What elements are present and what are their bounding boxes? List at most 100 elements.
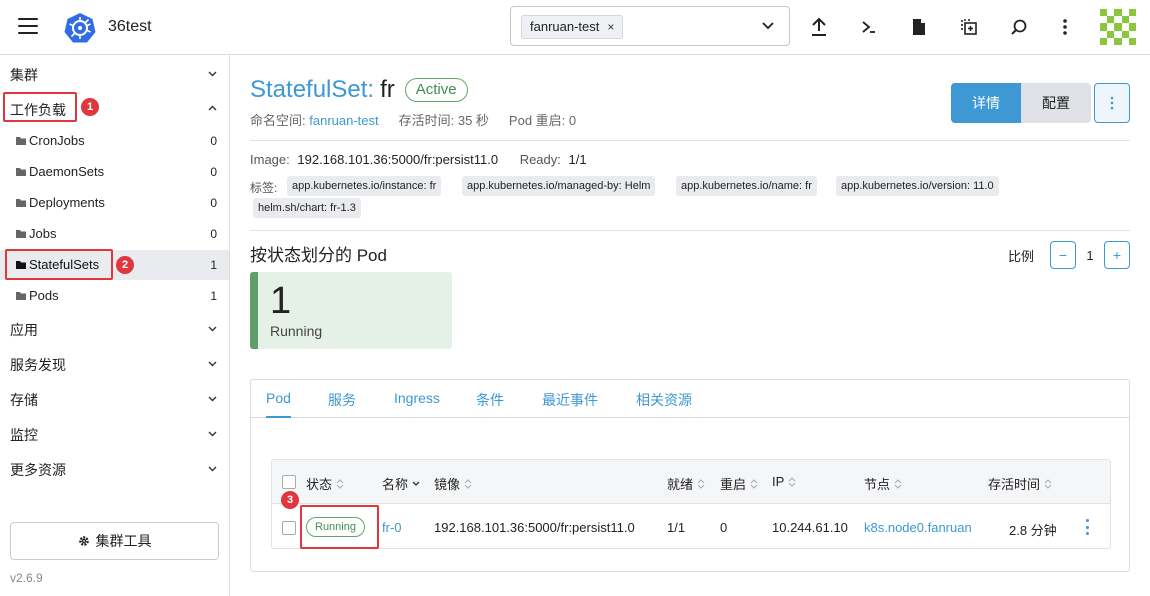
more-vertical-icon[interactable]	[1054, 16, 1076, 38]
column-header-label: IP	[772, 474, 785, 489]
search-icon[interactable]	[1008, 16, 1030, 38]
chevron-down-icon[interactable]	[761, 19, 775, 33]
column-header-age[interactable]: 存活时间	[988, 474, 1052, 493]
sidebar-item-cronjobs[interactable]: CronJobs 0	[0, 126, 229, 156]
user-avatar[interactable]	[1100, 9, 1136, 45]
tab-services[interactable]: 服务	[328, 390, 356, 410]
sidebar-group-label: 监控	[10, 427, 38, 443]
kubernetes-logo-icon	[64, 13, 96, 43]
sidebar-group-cluster[interactable]: 集群	[0, 58, 229, 88]
namespace-link[interactable]: fanruan-test	[309, 113, 378, 128]
column-header-restarts[interactable]: 重启	[720, 474, 758, 493]
tab-related-resources[interactable]: 相关资源	[636, 390, 692, 410]
sidebar-item-deployments[interactable]: Deployments 0	[0, 188, 229, 218]
scale-label: 比例	[1008, 248, 1035, 264]
page-title: StatefulSet: fr Active	[250, 76, 468, 104]
folder-icon	[16, 261, 26, 269]
config-button[interactable]: 配置	[1021, 83, 1091, 123]
sidebar-group-label: 更多资源	[10, 462, 66, 478]
resource-kind: StatefulSet:	[250, 76, 375, 103]
sidebar-group-storage[interactable]: 存储	[0, 383, 229, 413]
pod-restarts: 0	[720, 520, 728, 535]
column-header-image[interactable]: 镜像	[434, 474, 472, 493]
more-vertical-icon	[1110, 96, 1114, 110]
row-checkbox[interactable]	[282, 521, 296, 535]
tab-conditions[interactable]: 条件	[476, 390, 504, 410]
sidebar-group-more-resources[interactable]: 更多资源	[0, 453, 229, 483]
file-icon[interactable]	[908, 16, 930, 38]
sidebar-item-pods[interactable]: Pods 1	[0, 281, 229, 311]
scale-down-button[interactable]: −	[1050, 241, 1077, 269]
tabs-bar: Pod 服务 Ingress 条件 最近事件 相关资源	[251, 380, 1129, 418]
shell-icon[interactable]	[858, 16, 880, 38]
running-pods-count: 1	[270, 280, 292, 322]
namespace-meta-label: 命名空间:	[250, 113, 306, 128]
pod-ip: 10.244.61.10	[772, 520, 848, 535]
column-header-label: 名称	[382, 477, 409, 492]
sidebar-group-label: 集群	[10, 67, 38, 83]
sidebar-group-service-discovery[interactable]: 服务发现	[0, 348, 229, 378]
row-actions-menu-icon[interactable]	[1080, 518, 1094, 536]
sidebar-group-label: 应用	[10, 322, 38, 338]
ready-label: Ready:	[519, 152, 561, 167]
namespace-select[interactable]: fanruan-test ×	[510, 6, 790, 46]
column-header-node[interactable]: 节点	[864, 474, 902, 493]
table-header: 状态 名称 镜像 就绪 重启 IP 节点 存活时间	[272, 460, 1110, 504]
chevron-down-icon	[208, 326, 217, 332]
sort-icon	[1044, 478, 1052, 489]
ready-value: 1/1	[568, 152, 587, 167]
tab-ingress[interactable]: Ingress	[394, 390, 440, 406]
sidebar-group-label: 存储	[10, 392, 38, 408]
menu-icon[interactable]	[18, 18, 38, 34]
cluster-tools-label: 集群工具	[95, 533, 152, 549]
chevron-up-icon	[208, 105, 217, 111]
detail-button[interactable]: 详情	[951, 83, 1021, 123]
column-header-ip[interactable]: IP	[772, 474, 796, 489]
copy-config-icon[interactable]	[958, 16, 980, 38]
sidebar-group-label: 工作负载	[10, 102, 66, 118]
select-all-checkbox[interactable]	[282, 475, 296, 489]
sidebar-group-workloads[interactable]: 工作负载	[0, 93, 229, 123]
sidebar-item-label: DaemonSets	[29, 164, 105, 179]
cluster-tools-button[interactable]: 集群工具	[10, 522, 219, 560]
pod-age: 2.8 分钟	[1009, 523, 1057, 538]
sidebar-item-daemonsets[interactable]: DaemonSets 0	[0, 157, 229, 187]
column-header-ready[interactable]: 就绪	[667, 474, 705, 493]
column-header-label: 状态	[306, 477, 333, 492]
pod-node-link[interactable]: k8s.node0.fanruan	[864, 520, 972, 535]
sidebar-item-label: StatefulSets	[29, 257, 100, 272]
sidebar-group-apps[interactable]: 应用	[0, 313, 229, 343]
column-header-state[interactable]: 状态	[306, 474, 344, 493]
actions-menu-button[interactable]	[1094, 83, 1130, 123]
namespace-chip: fanruan-test ×	[521, 15, 624, 39]
sidebar-item-count: 1	[210, 289, 217, 303]
pod-image: 192.168.101.36:5000/fr:persist11.0	[434, 520, 635, 535]
scale-control: 比例 − 1 +	[1008, 241, 1131, 269]
sidebar-group-monitoring[interactable]: 监控	[0, 418, 229, 448]
label-tag: app.kubernetes.io/version: 11.0	[836, 176, 999, 196]
chip-remove-icon[interactable]: ×	[607, 16, 614, 38]
version-label: v2.6.9	[10, 571, 43, 585]
main-content: StatefulSet: fr Active 命名空间: fanruan-tes…	[230, 55, 1150, 596]
upload-icon[interactable]	[808, 16, 830, 38]
sidebar-item-statefulsets[interactable]: StatefulSets 1	[0, 250, 229, 280]
tab-pod[interactable]: Pod	[266, 390, 291, 406]
sort-icon	[336, 478, 344, 489]
sidebar-item-jobs[interactable]: Jobs 0	[0, 219, 229, 249]
sidebar-item-count: 0	[210, 196, 217, 210]
sidebar-item-label: CronJobs	[29, 133, 85, 148]
column-header-label: 节点	[864, 477, 891, 492]
active-tab-indicator	[266, 416, 291, 418]
pod-state-badge: Running	[306, 517, 365, 537]
column-header-name[interactable]: 名称	[382, 474, 420, 493]
label-tag: helm.sh/chart: fr-1.3	[253, 198, 361, 218]
pod-name-link[interactable]: fr-0	[382, 520, 402, 535]
annotation-marker-1: 1	[81, 98, 99, 116]
pods-by-state-title: 按状态划分的 Pod	[250, 246, 387, 265]
sidebar-item-count: 0	[210, 165, 217, 179]
running-pods-card: 1 Running	[250, 272, 452, 349]
gear-icon	[78, 536, 89, 546]
tab-recent-events[interactable]: 最近事件	[542, 390, 598, 410]
scale-up-button[interactable]: +	[1104, 241, 1131, 269]
sidebar-item-label: Deployments	[29, 195, 105, 210]
